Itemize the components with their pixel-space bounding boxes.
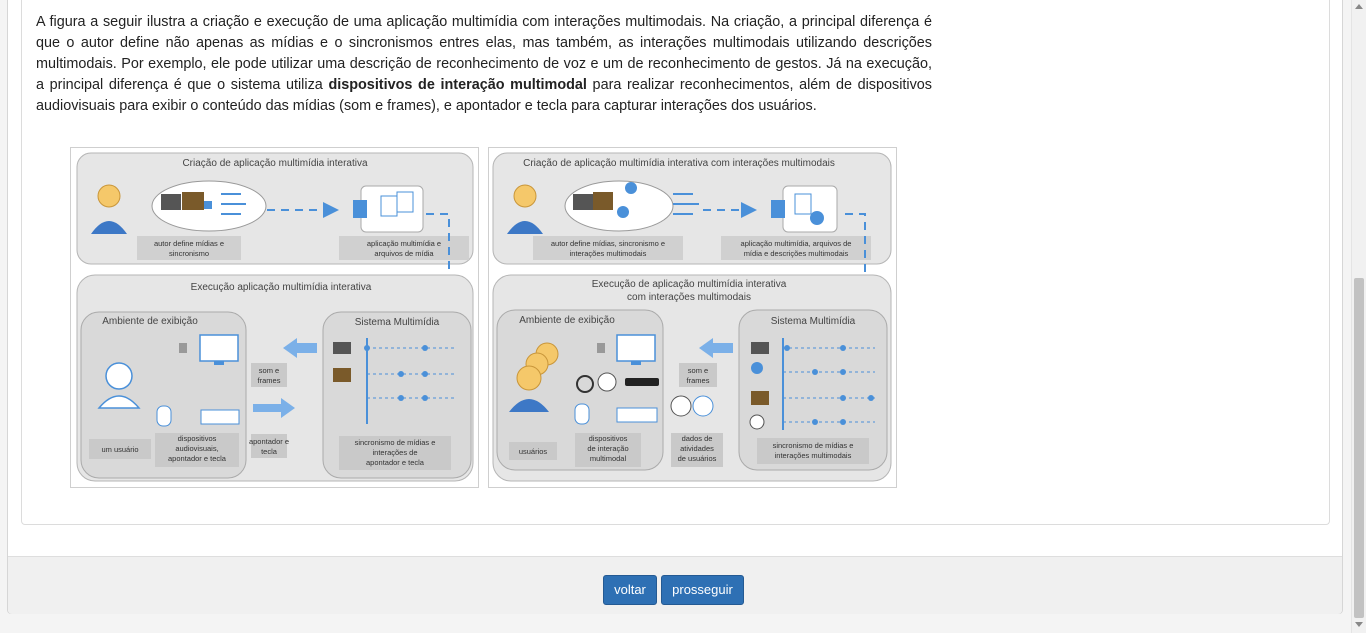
devices-caption-3: apontador e tecla — [168, 454, 227, 463]
sound-caption-2: frames — [687, 376, 710, 385]
devices-caption-3: multimodal — [590, 454, 627, 463]
scroll-up-icon[interactable] — [1355, 4, 1363, 9]
execution-title: Execução aplicação multimídia interativa — [191, 282, 372, 293]
sync-caption-1: sincronismo de mídias e — [773, 441, 854, 450]
scroll-thumb[interactable] — [1354, 278, 1364, 618]
next-button[interactable]: prosseguir — [661, 575, 744, 605]
sync-caption-2: interações multimodais — [775, 451, 852, 460]
scroll-down-icon[interactable] — [1355, 622, 1363, 627]
devices-caption-1: dispositivos — [589, 434, 628, 443]
app-caption-1: aplicação multimídia, arquivos de — [741, 239, 852, 248]
intro-paragraph: A figura a seguir ilustra a criação e ex… — [36, 12, 932, 117]
system-title: Sistema Multimídia — [771, 316, 856, 327]
figure-multimodal: Criação de aplicação multimídia interati… — [488, 147, 897, 488]
env-title: Ambiente de exibição — [102, 316, 198, 327]
creation-title: Criação de aplicação multimídia interati… — [182, 158, 368, 169]
activity-caption-2: atividades — [680, 444, 714, 453]
app-caption-1: aplicação multimídia e — [367, 239, 441, 248]
pointer-caption-2: tecla — [261, 447, 278, 456]
app-caption-2: arquivos de mídia — [374, 249, 434, 258]
system-title: Sistema Multimídia — [355, 317, 440, 328]
devices-caption-2: audiovisuais, — [175, 444, 218, 453]
sync-caption-1: sincronismo de mídias e — [355, 438, 436, 447]
app-caption-2: mídia e descrições multimodais — [744, 249, 849, 258]
sound-caption-1: som e — [688, 366, 708, 375]
sync-caption-2: interações de — [372, 448, 417, 457]
devices-caption-2: de interação — [587, 444, 628, 453]
diagram-multimodal: Criação de aplicação multimídia interati… — [492, 152, 892, 482]
sync-caption-3: apontador e tecla — [366, 458, 425, 467]
vertical-scrollbar[interactable] — [1351, 0, 1366, 633]
diagram-single-user: Criação de aplicação multimídia interati… — [76, 152, 474, 482]
execution-title-2: com interações multimodais — [627, 292, 751, 303]
intro-highlight: dispositivos de interação multimodal — [328, 77, 587, 93]
author-caption-2: sincronismo — [169, 249, 209, 258]
execution-title-1: Execução de aplicação multimídia interat… — [592, 279, 787, 290]
figure-single-user: Criação de aplicação multimídia interati… — [70, 147, 479, 488]
creation-title: Criação de aplicação multimídia interati… — [523, 158, 835, 169]
back-button[interactable]: voltar — [603, 575, 657, 605]
activity-caption-3: de usuários — [678, 454, 717, 463]
user-caption: usuários — [519, 447, 548, 456]
sound-caption-1: som e — [259, 366, 279, 375]
author-caption-1: autor define mídias e — [154, 239, 224, 248]
activity-caption-1: dados de — [682, 434, 713, 443]
pointer-caption-1: apontador e — [249, 437, 289, 446]
devices-caption-1: dispositivos — [178, 434, 217, 443]
sound-caption-2: frames — [258, 376, 281, 385]
env-title: Ambiente de exibição — [519, 315, 615, 326]
app-files-icon — [353, 185, 424, 233]
user-caption: um usuário — [101, 445, 138, 454]
author-caption-2: interações multimodais — [570, 249, 647, 258]
author-caption-1: autor define mídias, sincronismo e — [551, 239, 665, 248]
